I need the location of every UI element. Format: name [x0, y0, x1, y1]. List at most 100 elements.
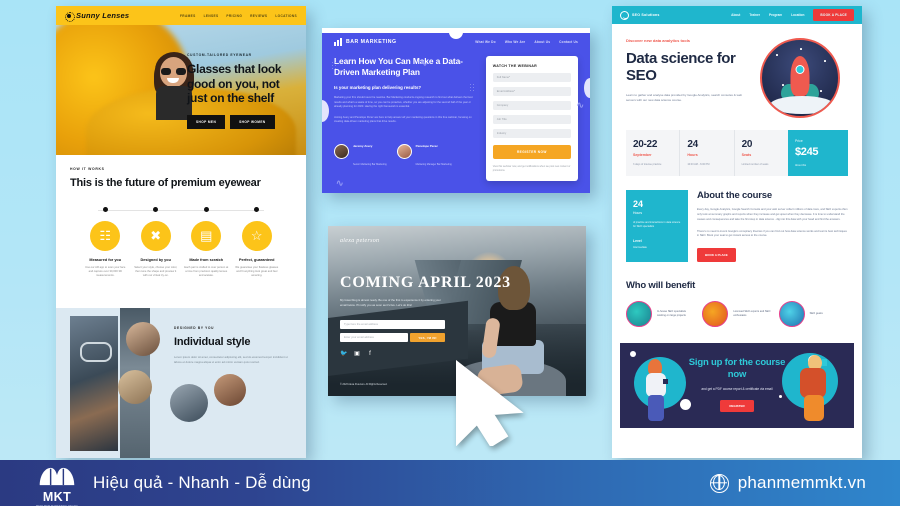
- speaker-1-role: Senior Marketing Bar Marketing: [353, 162, 387, 166]
- speaker-2-name: Penelope Perez: [415, 143, 438, 148]
- twitter-icon[interactable]: 🐦: [340, 350, 348, 358]
- seo-mark-icon: [620, 10, 629, 20]
- bar-headline: Learn How You Can Make a Data-Driven Mar…: [334, 56, 463, 78]
- mockup-bar-marketing[interactable]: BAR MARKETING What We Do Who We Are Abou…: [322, 28, 590, 193]
- sunny-how-it-works: HOW IT WORKS This is the future of premi…: [56, 155, 306, 278]
- about-paragraph-2: There's no need to invent Google's consp…: [697, 229, 847, 238]
- seo-logo[interactable]: SEO Solutions: [620, 10, 660, 20]
- bar-logo[interactable]: BAR MARKETING: [334, 38, 397, 46]
- mkt-logo: MKT PHAN MEM MARKETING ONLINE: [34, 466, 80, 506]
- step-1-desc: Use our AR app to scan your face and cap…: [85, 265, 126, 278]
- shop-men-button[interactable]: SHOP MEN: [187, 114, 226, 129]
- email-address-field[interactable]: Email Address*: [492, 87, 571, 96]
- bar-nav-item-who-we-are[interactable]: Who We Are: [505, 40, 526, 44]
- woman-with-phone-illustration: [642, 359, 676, 423]
- sun-icon: [65, 11, 75, 22]
- seo-nav-item-trainer[interactable]: Trainer: [749, 13, 760, 17]
- tools-icon: ✖: [140, 220, 171, 251]
- price-label: Price: [794, 139, 803, 143]
- register-now-button[interactable]: REGISTER NOW: [492, 145, 571, 159]
- step-3-desc: Each pair is crafted to over person at a…: [184, 265, 229, 278]
- company-field[interactable]: Company: [492, 101, 571, 110]
- sunny-nav-item-reviews[interactable]: Reviews: [250, 14, 267, 18]
- dot-grid-decor-mid: [470, 84, 480, 94]
- factory-icon: ▤: [191, 220, 222, 251]
- footer-brand: MKT PHAN MEM MARKETING ONLINE Hiệu quả -…: [34, 466, 311, 506]
- footer-bar: MKT PHAN MEM MARKETING ONLINE Hiệu quả -…: [0, 460, 900, 506]
- stat-hours-sub: 10:00 AM - 6:00 PM: [687, 163, 710, 166]
- job-title-field[interactable]: Job Title: [492, 115, 571, 124]
- alexa-email-input[interactable]: Enter your email address: [340, 333, 408, 342]
- stat-seats: 20 Seats Limited number of seats: [735, 130, 788, 176]
- bar-nav-item-about-us[interactable]: About Us: [534, 40, 550, 44]
- mockup-seo-solutions[interactable]: SEO Solutions About Trainer Program Loca…: [612, 6, 862, 458]
- alexa-name-input[interactable]: Type here the email address: [340, 320, 445, 329]
- bar-nav-item-contact-us[interactable]: Contact Us: [559, 40, 578, 44]
- facebook-icon[interactable]: f: [366, 350, 374, 358]
- benefit-items: In-house SEO specialists working on larg…: [626, 301, 848, 328]
- alexa-subscribe-button[interactable]: YES, I'M IN!: [410, 333, 445, 342]
- stat-hours-value: 24: [687, 139, 698, 150]
- step-2: ✖ Designed by you Select your style, cho…: [131, 206, 182, 279]
- about-book-a-place-button[interactable]: BOOK A PLACE: [697, 248, 736, 263]
- seo-hero-text: Discover new data analytics tools Data s…: [626, 38, 752, 118]
- squiggle-decor-top: ∿: [420, 58, 428, 68]
- step-2-title: Designed by you: [140, 257, 171, 262]
- portrait-photo-6: [214, 374, 246, 406]
- step-dot: [102, 206, 108, 212]
- stat-dates: 20-22 September 3 days of intense practi…: [626, 130, 681, 176]
- seo-nav-item-about[interactable]: About: [731, 13, 740, 17]
- seo-nav-item-location[interactable]: Location: [791, 13, 804, 17]
- sunny-nav-item-lenses[interactable]: Lenses: [204, 14, 219, 18]
- industry-field[interactable]: Industry: [492, 129, 571, 138]
- alexa-social-links: 🐦 ▣ f: [340, 350, 374, 358]
- full-name-field[interactable]: Full Name*: [492, 73, 571, 82]
- dot-grid-decor-left: [332, 62, 342, 72]
- stat-price: Price $245 About this: [787, 130, 848, 176]
- signup-register-button[interactable]: REGISTER: [720, 400, 754, 413]
- stat-hours: 24 Hours 10:00 AM - 6:00 PM: [680, 130, 735, 176]
- presenter-icon: [626, 301, 652, 328]
- sunny-individual-style-section: DESIGNED BY YOU Individual style Lorem i…: [56, 308, 306, 458]
- dot-decor-1: [630, 351, 636, 358]
- speaker-1-avatar: [334, 144, 349, 160]
- bar-nav-item-what-we-do[interactable]: What We Do: [475, 40, 496, 44]
- sunny-hero-text: CUSTOM-TAILORED EYEWEAR Glasses that loo…: [187, 53, 297, 129]
- step-dot: [254, 206, 260, 212]
- bar-speakers: Jeremy Avery Senior Marketing Bar Market…: [334, 134, 476, 170]
- alexa-logo[interactable]: alexa peterson: [340, 238, 379, 244]
- man-with-phone-illustration: [796, 355, 836, 423]
- stat-seats-value: 20: [741, 139, 753, 150]
- signup-sub: and get a PDF course report & certificat…: [701, 387, 773, 392]
- sunny-nav-links: Frames Lenses Pricing Reviews Locations: [180, 14, 297, 18]
- seo-nav-item-program[interactable]: Program: [769, 13, 782, 17]
- book-a-place-nav-button[interactable]: BOOK A PLACE: [813, 9, 854, 21]
- ruler-icon: ☷: [90, 220, 121, 251]
- sunny-nav-item-pricing[interactable]: Pricing: [226, 14, 242, 18]
- step-dot: [153, 206, 159, 212]
- individual-eyebrow: DESIGNED BY YOU: [174, 326, 215, 330]
- sunny-logo[interactable]: Sunny Lenses: [65, 11, 129, 22]
- webinar-form-card: WATCH THE WEBINAR Full Name* Email Addre…: [485, 56, 578, 182]
- how-headline: This is the future of premium eyewear: [70, 177, 261, 189]
- speaker-2-role: Marketing Manager Bar Marketing: [415, 162, 452, 166]
- instagram-icon[interactable]: ▣: [353, 350, 361, 358]
- mockup-sunny-lenses[interactable]: Sunny Lenses Frames Lenses Pricing Revie…: [56, 6, 306, 458]
- about-hours-key: Hours: [633, 211, 643, 215]
- portrait-photo-1: [70, 316, 118, 451]
- about-headline: About the course: [697, 190, 772, 201]
- bar-logo-text: BAR MARKETING: [346, 39, 397, 45]
- sunny-nav-item-frames[interactable]: Frames: [180, 14, 196, 18]
- benefit-item-1-text: In-house SEO specialists working on larg…: [657, 309, 686, 318]
- sunny-hero: CUSTOM-TAILORED EYEWEAR Glasses that loo…: [56, 25, 306, 155]
- shop-women-button[interactable]: SHOP WOMEN: [230, 114, 275, 129]
- benefit-item-3-text: SEO geeks: [809, 312, 823, 316]
- footer-website[interactable]: phanmemmkt.vn: [709, 473, 866, 493]
- portrait-photo-3: [126, 322, 160, 356]
- portrait-photo-4: [118, 370, 152, 404]
- benefit-item-3: SEO geeks: [778, 301, 848, 328]
- sunny-nav-item-locations[interactable]: Locations: [275, 14, 297, 18]
- step-4-desc: We guarantee your flawless glasses and f…: [235, 265, 279, 278]
- sunny-hero-headline: Glasses that look good on you, not just …: [187, 62, 282, 106]
- stat-dates-key: September: [633, 153, 652, 157]
